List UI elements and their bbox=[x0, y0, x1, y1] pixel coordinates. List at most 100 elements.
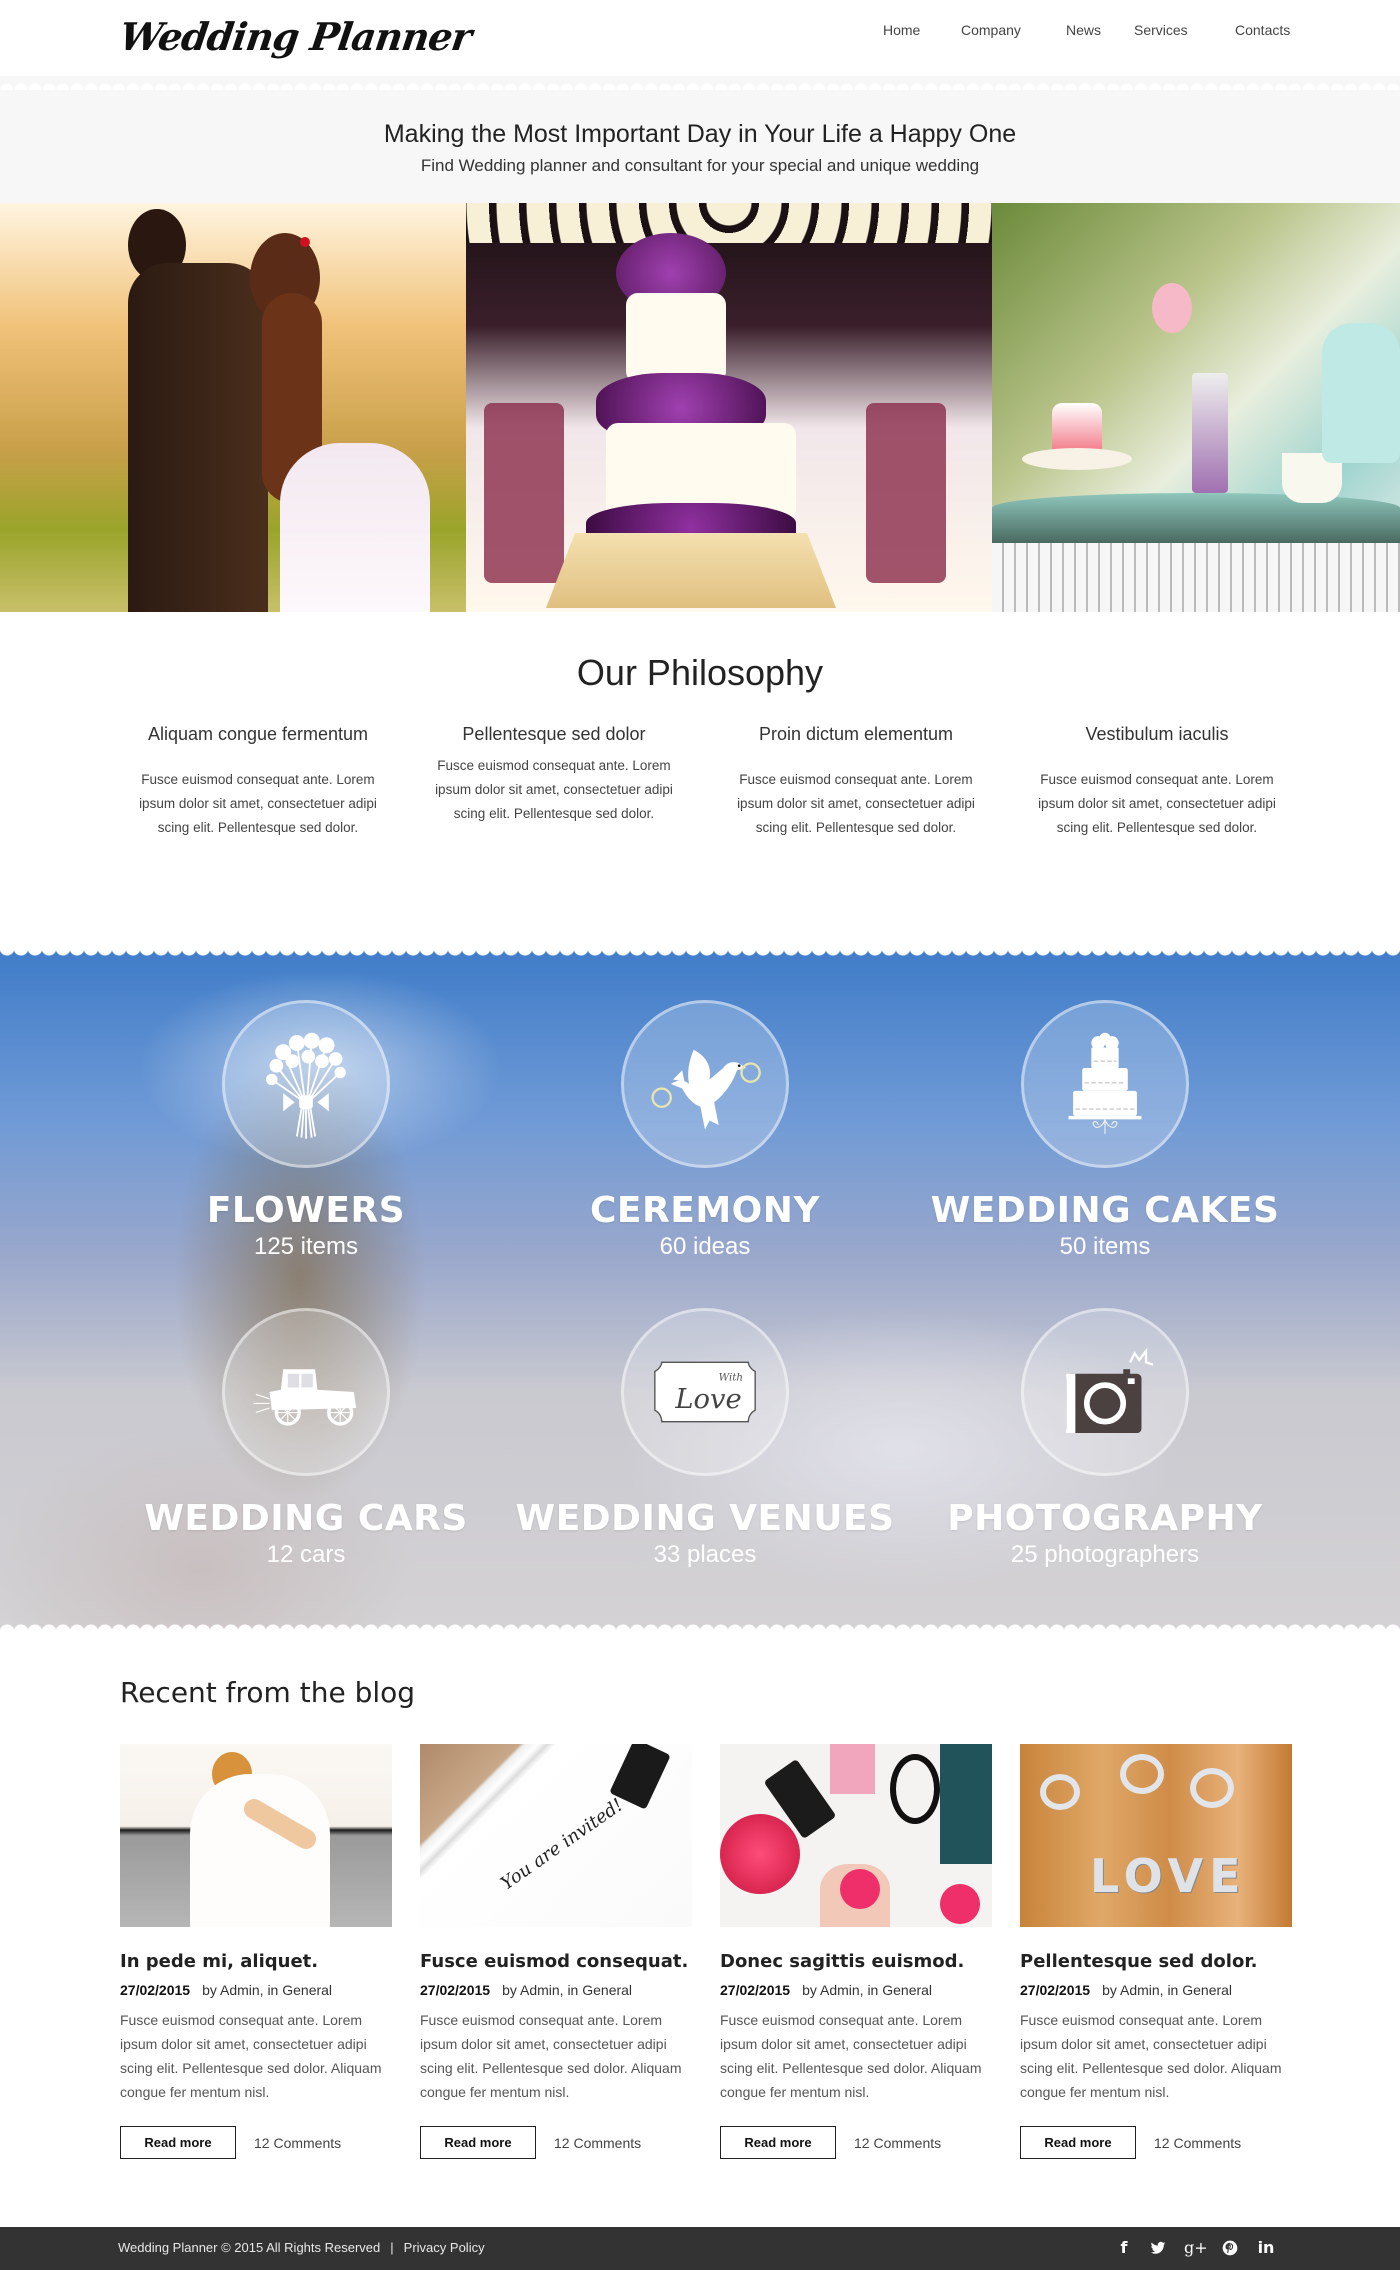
blog-post: Donec sagittis euismod. 27/02/2015 by Adm… bbox=[720, 1744, 992, 2159]
vintage-car-icon bbox=[253, 1369, 357, 1426]
philosophy-heading: Pellentesque sed dolor bbox=[462, 724, 646, 744]
philosophy-section: Our Philosophy Aliquam congue fermentum … bbox=[0, 612, 1400, 1007]
nav-services[interactable]: Services bbox=[1134, 22, 1188, 38]
service-title: CEREMONY bbox=[590, 1190, 820, 1231]
service-ceremony[interactable]: CEREMONY 60 ideas bbox=[505, 1000, 905, 1261]
service-icon-circle bbox=[1021, 1000, 1189, 1168]
blog-post-byline: by Admin, in General bbox=[502, 1982, 633, 1998]
twitter-icon[interactable] bbox=[1150, 2237, 1166, 2259]
comments-link[interactable]: 12 Comments bbox=[854, 2135, 941, 2151]
doves-rings-icon bbox=[651, 1049, 761, 1130]
blog-post-excerpt: Fusce euismod consequat ante. Lorem ipsu… bbox=[720, 2012, 982, 2100]
service-wedding-cars[interactable]: WEDDING CARS 12 cars bbox=[106, 1308, 506, 1569]
blog-post-date: 27/02/2015 bbox=[120, 1982, 191, 1998]
blog-post-image[interactable] bbox=[120, 1744, 392, 1927]
philosophy-column: Proin dictum elementum Fusce euismod con… bbox=[721, 724, 991, 1007]
blog-post-byline: by Admin, in General bbox=[1102, 1982, 1233, 1998]
invitation-text: You are invited! bbox=[497, 1794, 628, 1895]
philosophy-heading: Aliquam congue fermentum bbox=[147, 724, 369, 744]
philosophy-heading: Vestibulum iaculis bbox=[1085, 724, 1229, 744]
blog-post-title[interactable]: Fusce euismod consequat. bbox=[420, 1951, 692, 1972]
footer-separator: | bbox=[390, 2240, 394, 2255]
blog-post-image[interactable]: LOVE bbox=[1020, 1744, 1292, 1927]
sign-small-text: With bbox=[719, 1372, 743, 1384]
privacy-policy-link[interactable]: Privacy Policy bbox=[404, 2240, 485, 2255]
hero-image-couple bbox=[0, 203, 466, 612]
nav-company[interactable]: Company bbox=[961, 22, 1021, 38]
philosophy-column: Vestibulum iaculis Fusce euismod consequ… bbox=[1022, 724, 1292, 1007]
service-icon-circle bbox=[222, 1000, 390, 1168]
blog-post-excerpt: Fusce euismod consequat ante. Lorem ipsu… bbox=[1020, 2012, 1282, 2100]
blog-post-date: 27/02/2015 bbox=[420, 1982, 491, 1998]
services-section: FLOWERS 125 items CEREMONY 60 ideas WEDD… bbox=[0, 948, 1400, 1632]
nav-contacts[interactable]: Contacts bbox=[1235, 22, 1290, 38]
bouquet-icon bbox=[266, 1032, 346, 1139]
lace-divider bbox=[0, 1618, 1400, 1632]
linkedin-icon[interactable]: in bbox=[1256, 2237, 1276, 2259]
service-count: 125 items bbox=[253, 1233, 359, 1260]
site-footer: Wedding Planner © 2015 All Rights Reserv… bbox=[0, 2227, 1400, 2270]
philosophy-title: Our Philosophy bbox=[576, 652, 824, 693]
read-more-button[interactable]: Read more bbox=[1020, 2126, 1136, 2159]
philosophy-column: Aliquam congue fermentum Fusce euismod c… bbox=[123, 724, 393, 1007]
philosophy-heading: Proin dictum elementum bbox=[758, 724, 954, 744]
google-plus-icon[interactable]: g+ bbox=[1184, 2237, 1208, 2259]
philosophy-text: Fusce euismod consequat ante. Lorem ipsu… bbox=[435, 758, 673, 821]
comments-link[interactable]: 12 Comments bbox=[1154, 2135, 1241, 2151]
camera-icon bbox=[1066, 1347, 1154, 1434]
hero-image-tea-table bbox=[992, 203, 1400, 612]
service-title: WEDDING VENUES bbox=[515, 1498, 895, 1539]
main-nav: Home Company News Services Contacts bbox=[0, 22, 1400, 46]
service-title: PHOTOGRAPHY bbox=[947, 1498, 1263, 1539]
read-more-button[interactable]: Read more bbox=[420, 2126, 536, 2159]
keys-text: LOVE bbox=[1090, 1849, 1247, 1903]
service-wedding-venues[interactable]: With Love WEDDING VENUES 33 places bbox=[505, 1308, 905, 1569]
facebook-icon[interactable]: f bbox=[1116, 2237, 1132, 2259]
philosophy-text: Fusce euismod consequat ante. Lorem ipsu… bbox=[139, 772, 377, 835]
philosophy-text: Fusce euismod consequat ante. Lorem ipsu… bbox=[1038, 772, 1276, 835]
service-icon-circle bbox=[1021, 1308, 1189, 1476]
service-count: 25 photographers bbox=[1010, 1541, 1200, 1568]
blog-post-title[interactable]: Donec sagittis euismod. bbox=[720, 1951, 992, 1972]
comments-link[interactable]: 12 Comments bbox=[554, 2135, 641, 2151]
nav-news[interactable]: News bbox=[1066, 22, 1101, 38]
blog-post-excerpt: Fusce euismod consequat ante. Lorem ipsu… bbox=[420, 2012, 682, 2100]
blog-post-date: 27/02/2015 bbox=[1020, 1982, 1091, 1998]
pinterest-icon[interactable] bbox=[1222, 2237, 1238, 2259]
service-flowers[interactable]: FLOWERS 125 items bbox=[106, 1000, 506, 1261]
hero-gallery bbox=[0, 203, 1400, 612]
philosophy-text: Fusce euismod consequat ante. Lorem ipsu… bbox=[737, 772, 975, 835]
service-title: WEDDING CAKES bbox=[930, 1190, 1280, 1231]
tagline-title: Making the Most Important Day in Your Li… bbox=[383, 120, 1017, 148]
service-icon-circle bbox=[222, 1308, 390, 1476]
social-links: f g+ in bbox=[1116, 2237, 1276, 2259]
blog-post: In pede mi, aliquet. 27/02/2015 by Admin,… bbox=[120, 1744, 392, 2159]
lace-divider bbox=[0, 948, 1400, 962]
nav-home[interactable]: Home bbox=[883, 22, 920, 38]
service-wedding-cakes[interactable]: WEDDING CAKES 50 items bbox=[905, 1000, 1305, 1261]
blog-post-image[interactable] bbox=[720, 1744, 992, 1927]
blog-post-image[interactable]: You are invited! bbox=[420, 1744, 692, 1927]
blog-post-byline: by Admin, in General bbox=[202, 1982, 333, 1998]
service-icon-circle: With Love bbox=[621, 1308, 789, 1476]
service-title: WEDDING CARS bbox=[144, 1498, 468, 1539]
read-more-button[interactable]: Read more bbox=[120, 2126, 236, 2159]
service-count: 33 places bbox=[653, 1541, 757, 1568]
footer-copyright: Wedding Planner © 2015 All Rights Reserv… bbox=[118, 2240, 485, 2255]
blog-section: Recent from the blog In pede mi, aliquet… bbox=[0, 1632, 1400, 2227]
blog-post-title[interactable]: Pellentesque sed dolor. bbox=[1020, 1951, 1292, 1972]
copyright-text: Wedding Planner © 2015 All Rights Reserv… bbox=[118, 2240, 381, 2255]
blog-post-excerpt: Fusce euismod consequat ante. Lorem ipsu… bbox=[120, 2012, 382, 2100]
service-icon-circle bbox=[621, 1000, 789, 1168]
blog-post-meta: 27/02/2015 by Admin, in General bbox=[720, 1982, 992, 1998]
comments-link[interactable]: 12 Comments bbox=[254, 2135, 341, 2151]
blog-post-date: 27/02/2015 bbox=[720, 1982, 791, 1998]
philosophy-column: Pellentesque sed dolor Fusce euismod con… bbox=[419, 724, 689, 1007]
blog-post-title[interactable]: In pede mi, aliquet. bbox=[120, 1951, 392, 1972]
read-more-button[interactable]: Read more bbox=[720, 2126, 836, 2159]
service-photography[interactable]: PHOTOGRAPHY 25 photographers bbox=[905, 1308, 1305, 1569]
sign-big-text: Love bbox=[674, 1384, 741, 1415]
blog-post-meta: 27/02/2015 by Admin, in General bbox=[1020, 1982, 1292, 1998]
cake-icon bbox=[1068, 1032, 1142, 1135]
with-love-sign-icon: With Love bbox=[654, 1361, 756, 1423]
